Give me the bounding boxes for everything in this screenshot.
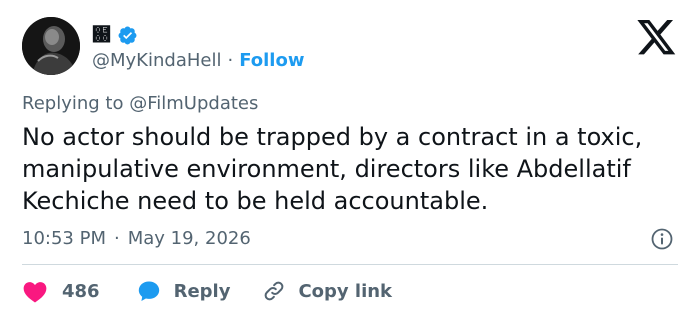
tweet-date[interactable]: May 19, 2026 <box>128 227 251 251</box>
heart-icon <box>22 279 48 303</box>
handle-separator: · <box>227 49 234 71</box>
like-count: 486 <box>62 280 100 302</box>
speech-bubble-icon <box>136 279 162 303</box>
author-handle[interactable]: @MyKindaHell <box>92 50 221 71</box>
author-display-name[interactable]: ฀ <box>92 22 111 48</box>
copy-link-label: Copy link <box>298 280 393 302</box>
replying-to-line: Replying to @FilmUpdates <box>22 92 258 116</box>
follow-button[interactable]: Follow <box>239 50 304 71</box>
tweet-text: No actor should be trapped by a contract… <box>22 123 643 215</box>
like-button[interactable]: 486 <box>22 279 136 303</box>
link-icon <box>262 279 286 303</box>
author-name-row: ฀ <box>92 22 138 48</box>
meta-separator: · <box>113 228 120 249</box>
avatar[interactable] <box>22 17 80 75</box>
info-icon[interactable] <box>650 227 674 251</box>
reply-button[interactable]: Reply <box>136 279 263 303</box>
copy-link-button[interactable]: Copy link <box>262 279 392 303</box>
tweet-meta: 10:53 PM · May 19, 2026 <box>22 227 251 251</box>
tweet-time[interactable]: 10:53 PM <box>22 227 106 251</box>
replying-to-handle[interactable]: @FilmUpdates <box>129 93 258 114</box>
reply-label: Reply <box>173 280 231 302</box>
x-logo[interactable] <box>637 20 677 56</box>
tweet-card: ฀ @MyKindaHell · Follow Replying to @Fil… <box>0 0 700 318</box>
author-handle-row: @MyKindaHell · Follow <box>92 47 304 73</box>
tweet-actions: 486 Reply Copy link <box>22 276 392 306</box>
divider <box>22 264 678 265</box>
verified-badge-icon <box>117 25 138 46</box>
replying-to-prefix: Replying to <box>22 93 124 114</box>
